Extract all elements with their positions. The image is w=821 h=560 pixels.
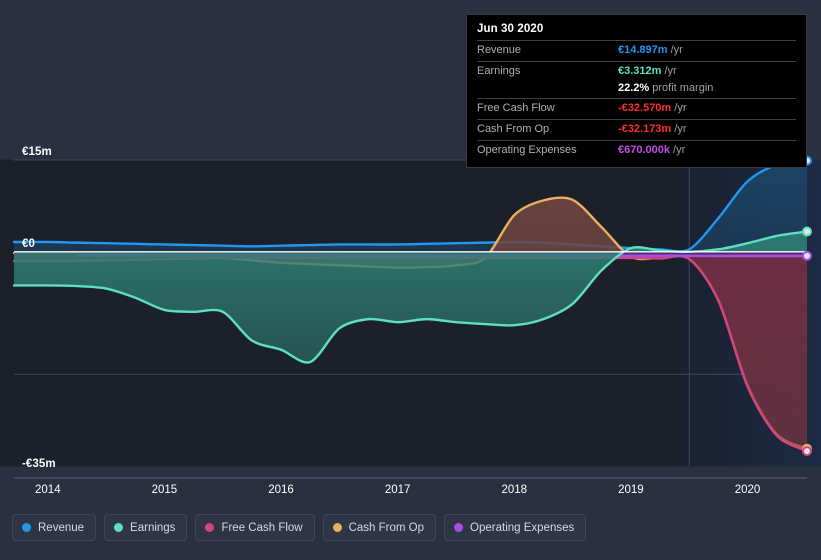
legend-color-dot-icon	[205, 523, 215, 532]
tooltip-row-value-wrap: €3.312m /yr	[618, 65, 796, 79]
legend-item-label: Cash From Op	[348, 521, 425, 534]
tooltip-row-value: -€32.173m	[618, 123, 672, 135]
x-axis-tick-label: 2019	[618, 484, 644, 496]
tooltip-row-value: €670.000k	[618, 143, 670, 156]
legend-item-operating-expenses[interactable]: Operating Expenses	[444, 514, 587, 541]
x-axis-tick-label: 2014	[35, 484, 61, 496]
legend-color-dot-icon	[22, 523, 31, 532]
tooltip-row-label: Cash From Op	[477, 123, 550, 135]
tooltip-row-value-wrap: €670.000k /yr	[618, 144, 796, 158]
tooltip-row-value: 22.2%	[618, 81, 650, 94]
tooltip-row: Free Cash Flow -€32.570m /yr	[477, 98, 796, 119]
tooltip-date: Jun 30 2020	[477, 23, 544, 35]
x-axis-tick-label: 2018	[501, 484, 528, 496]
legend-item-cash-from-op[interactable]: Cash From Op	[322, 514, 437, 541]
tooltip-row-value-wrap: €14.897m /yr	[618, 44, 796, 58]
series-endpoint-marker	[802, 226, 812, 237]
tooltip-row-value-wrap: -€32.570m /yr	[618, 102, 796, 116]
tooltip-row-unit: /yr	[671, 102, 687, 115]
tooltip-row-label: Revenue	[477, 44, 522, 56]
tooltip-row-value-wrap: 22.2% profit margin	[618, 82, 796, 96]
tooltip-row-value: -€32.570m	[618, 102, 672, 115]
tooltip-row-value: €3.312m	[618, 64, 662, 77]
legend-color-dot-icon	[114, 523, 124, 532]
tooltip-row-label: Free Cash Flow	[477, 102, 555, 115]
legend-item-label: Revenue	[38, 521, 85, 534]
x-axis-tick-label: 2015	[151, 484, 178, 496]
x-axis-tick-label: 2016	[268, 484, 294, 496]
legend-item-free-cash-flow[interactable]: Free Cash Flow	[195, 514, 315, 541]
tooltip-row-unit: profit margin	[649, 81, 714, 94]
tooltip-row: 22.2% profit margin	[477, 82, 796, 99]
x-axis-tick-label: 2020	[734, 484, 761, 496]
tooltip-row-unit: /yr	[661, 64, 677, 77]
tooltip-row-unit: /yr	[670, 143, 686, 156]
tooltip-row-unit: /yr	[667, 44, 683, 56]
legend-item-label: Earnings	[130, 521, 176, 534]
tooltip-rows: Revenue €14.897m /yr Earnings €3.312m /yr 22…	[477, 40, 796, 161]
legend-color-dot-icon	[454, 523, 464, 532]
y-axis-tick-label: -€35m	[22, 458, 56, 470]
series-endpoint-marker	[802, 250, 812, 261]
legend-item-earnings[interactable]: Earnings	[104, 514, 188, 541]
legend-item-revenue[interactable]: Revenue	[12, 514, 97, 541]
tooltip-row: Earnings €3.312m /yr	[477, 60, 796, 82]
legend-item-label: Free Cash Flow	[221, 521, 303, 534]
tooltip-row: Revenue €14.897m /yr	[477, 40, 796, 61]
tooltip-row-value: €14.897m	[618, 44, 668, 56]
legend-color-dot-icon	[332, 523, 342, 532]
tooltip-row-label: Operating Expenses	[477, 143, 577, 156]
series-endpoint-marker	[802, 446, 812, 457]
tooltip-row: Operating Expenses €670.000k /yr	[477, 139, 796, 161]
chart-legend[interactable]: Revenue Earnings Free Cash Flow Cash From O…	[12, 514, 587, 541]
tooltip-row-unit: /yr	[671, 123, 687, 135]
chart-tooltip: Jun 30 2020 Revenue €14.897m /yr Earnings €…	[466, 14, 807, 168]
y-axis-tick-label: €0	[22, 237, 35, 250]
tooltip-row: Cash From Op -€32.173m /yr	[477, 119, 796, 140]
tooltip-row-value-wrap: -€32.173m /yr	[618, 123, 796, 137]
legend-item-label: Operating Expenses	[470, 521, 575, 534]
x-axis-tick-label: 2017	[384, 484, 411, 496]
financial-chart-page: €15m €0 -€35m 2014 2015 2016 2017 2018 2019 2020…	[0, 0, 821, 560]
y-axis-tick-label: €15m	[22, 146, 52, 158]
tooltip-row-label: Earnings	[477, 64, 521, 77]
